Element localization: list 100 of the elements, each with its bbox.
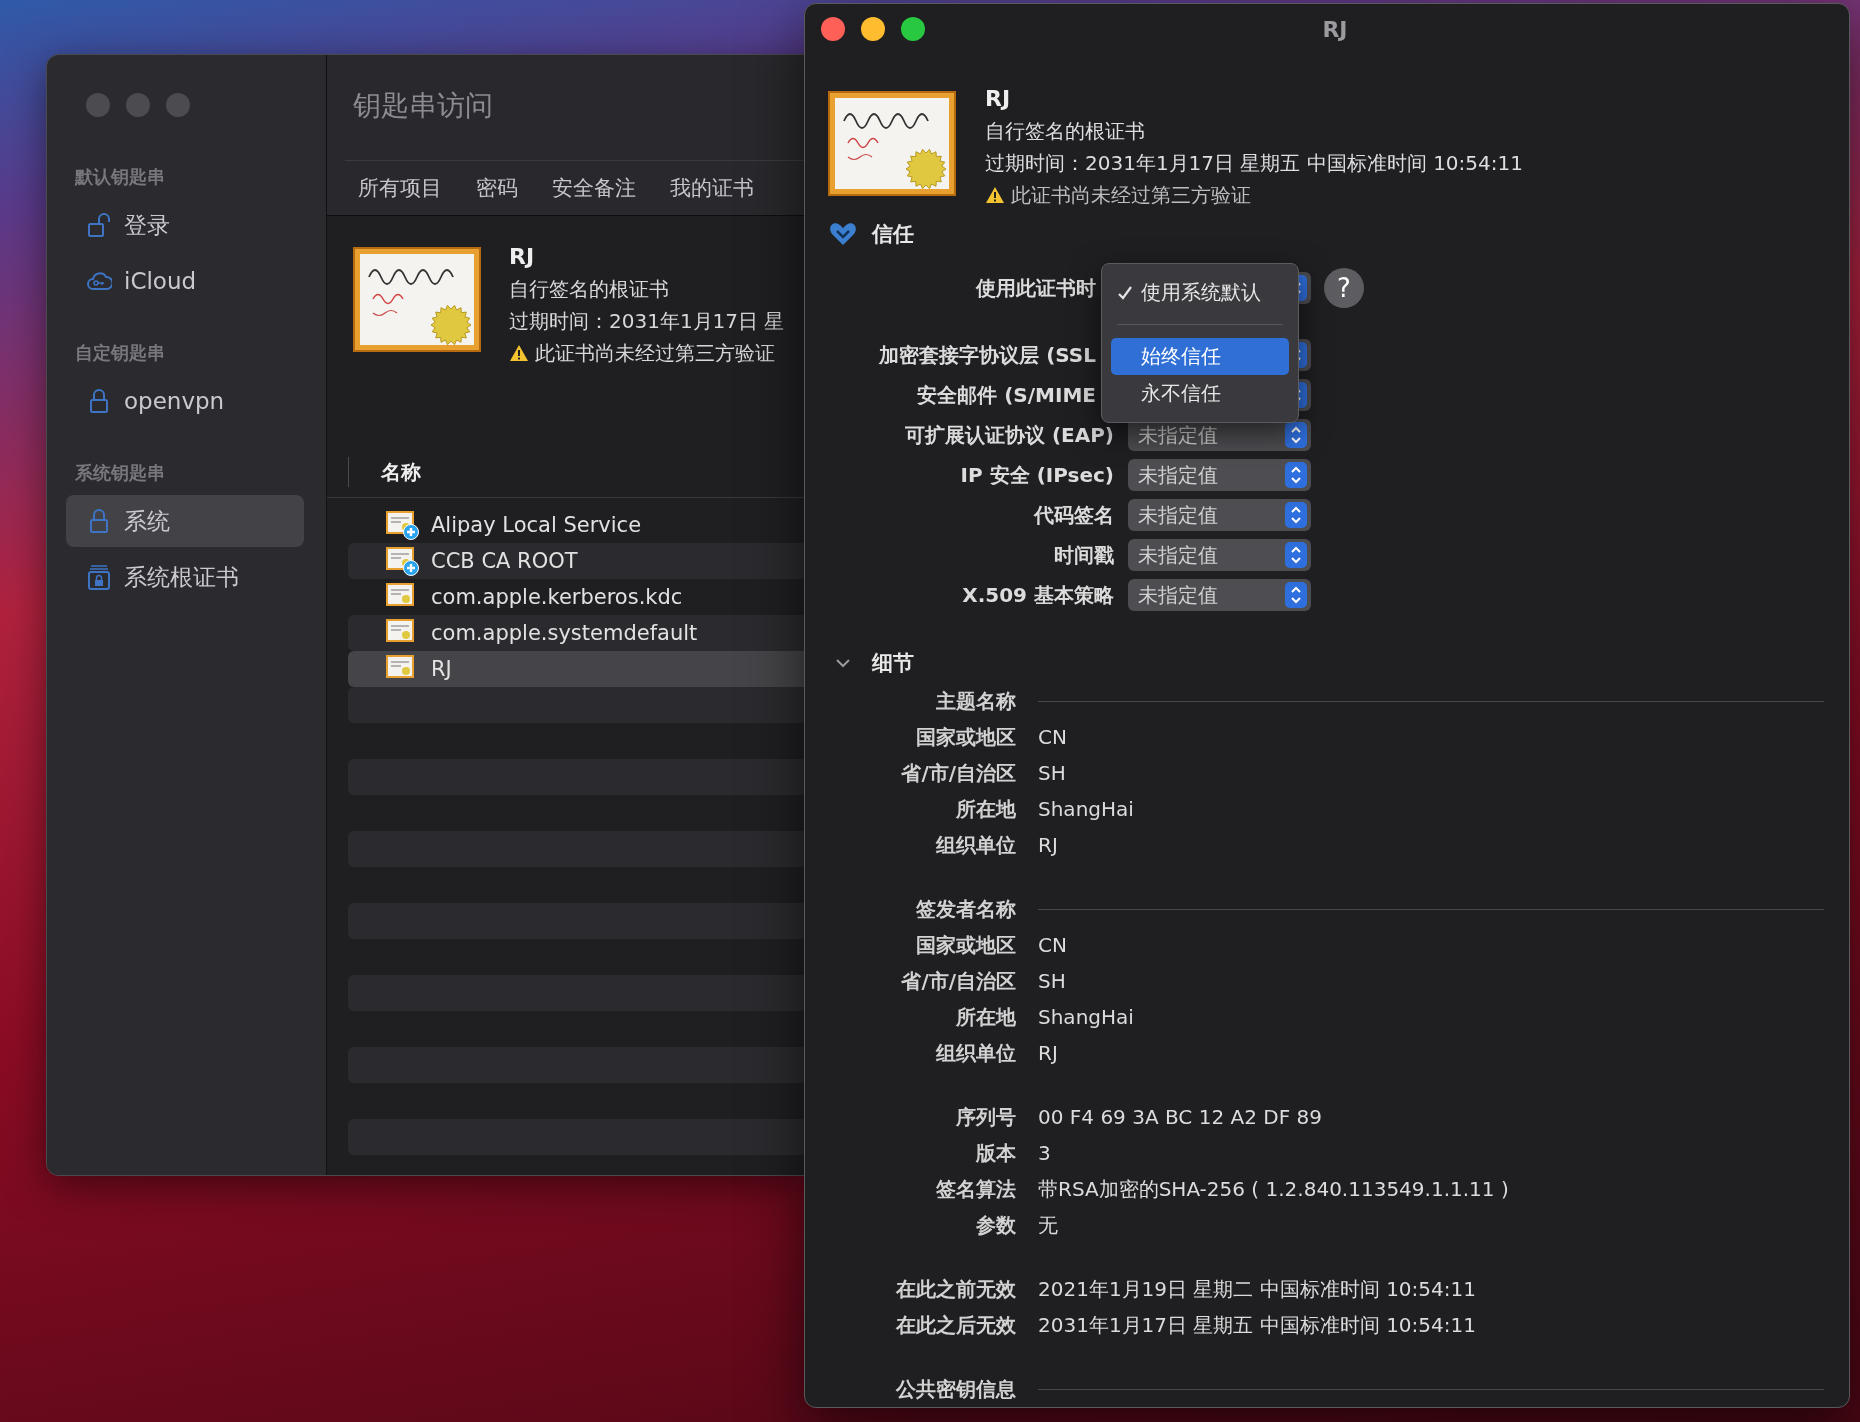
field-label: 省/市/自治区 — [900, 968, 1016, 995]
trust-setting-label: IP 安全 (IPsec) — [959, 461, 1114, 489]
certificate-name: RJ — [509, 243, 536, 271]
field-value: 带RSA加密的SHA-256 ( 1.2.840.113549.1.1.11 ) — [1038, 1176, 1510, 1203]
field-label: 在此之前无效 — [895, 1276, 1016, 1303]
sidebar-item-label: 系统根证书 — [124, 562, 239, 592]
field-label: 省/市/自治区 — [900, 760, 1016, 787]
sidebar-item-label: 系统 — [124, 506, 170, 536]
menu-item[interactable]: 永不信任 — [1111, 375, 1289, 412]
trust-setting-label: 安全邮件 (S/MIME — [916, 381, 1097, 409]
certificate-icon — [828, 91, 956, 196]
table-row[interactable]: com.apple.kerberos.kdc — [348, 579, 804, 615]
expiry-date: 过期时间：2031年1月17日 星 — [509, 308, 785, 335]
field-value: SH — [1038, 968, 1067, 995]
category-tab[interactable]: 安全备注 — [552, 170, 636, 206]
certificate-name: com.apple.systemdefault — [431, 621, 698, 645]
field-value: RJ — [1038, 832, 1059, 859]
popup-button[interactable]: 未指定值 — [1128, 579, 1311, 611]
sidebar-item[interactable]: 系统根证书 — [66, 551, 304, 603]
warning-icon — [509, 344, 529, 362]
certificate-name: RJ — [431, 657, 452, 681]
field-value: ShangHai — [1038, 796, 1135, 823]
popup-button[interactable]: 未指定值 — [1128, 499, 1311, 531]
category-tab[interactable]: 我的证书 — [670, 170, 754, 206]
sidebar-section-header: 系统钥匙串 — [74, 461, 166, 485]
category-tab[interactable]: 所有项目 — [358, 170, 442, 206]
certificate-name: RJ — [985, 85, 1012, 113]
field-label: 组织单位 — [934, 832, 1016, 859]
field-value: SH — [1038, 760, 1067, 787]
window-button[interactable] — [901, 17, 925, 41]
window-title: RJ — [1322, 16, 1348, 42]
sidebar-item-label: 登录 — [124, 210, 170, 240]
warning-text: 此证书尚未经过第三方验证 — [1011, 182, 1251, 209]
trust-setting-label: 加密套接字协议层 (SSL — [878, 341, 1097, 369]
menu-item[interactable]: 始终信任 — [1111, 338, 1289, 375]
section-heading: 细节 — [872, 650, 914, 677]
certificate-name: CCB CA ROOT — [431, 549, 578, 573]
certificate-icon — [353, 247, 481, 352]
certificate-name: com.apple.kerberos.kdc — [431, 585, 683, 609]
popup-button[interactable]: 未指定值 — [1128, 459, 1311, 491]
popup-button[interactable]: 未指定值 — [1128, 539, 1311, 571]
window-button[interactable] — [861, 17, 885, 41]
field-value: 2021年1月19日 星期二 中国标准时间 10:54:11 — [1038, 1276, 1477, 1303]
expiry-date: 过期时间：2031年1月17日 星期五 中国标准时间 10:54:11 — [985, 150, 1523, 177]
field-label: 国家或地区 — [915, 724, 1016, 751]
trust-setting-label: X.509 基本策略 — [961, 581, 1114, 609]
padlock-box-icon — [86, 564, 112, 590]
stepper-chevrons-icon — [1285, 422, 1307, 448]
field-label: 国家或地区 — [915, 932, 1016, 959]
sidebar-section-header: 默认钥匙串 — [73, 165, 166, 189]
sidebar-section-header: 自定钥匙串 — [74, 341, 166, 365]
category-tab[interactable]: 密码 — [476, 170, 518, 206]
field-label: 所在地 — [955, 1004, 1016, 1031]
menu-item[interactable]: 使用系统默认 — [1111, 274, 1289, 311]
section-heading: 信任 — [872, 221, 914, 248]
stepper-chevrons-icon — [1285, 542, 1307, 568]
certificate-plus-icon — [385, 546, 419, 576]
trust-setting-label: 使用此证书时 — [975, 274, 1097, 302]
field-value: 00 F4 69 3A BC 12 A2 DF 89 — [1038, 1104, 1323, 1131]
table-row[interactable]: RJ — [348, 651, 804, 687]
trust-setting-label: 代码签名 — [1032, 501, 1114, 529]
heart-disclosure-icon[interactable] — [829, 222, 857, 246]
table-row[interactable]: Alipay Local Service — [348, 507, 804, 543]
field-label: 序列号 — [955, 1104, 1016, 1131]
certificate-name: Alipay Local Service — [431, 513, 642, 537]
field-label: 在此之后无效 — [895, 1312, 1016, 1339]
sidebar-item[interactable]: 系统 — [66, 495, 304, 547]
field-label: 组织单位 — [934, 1040, 1016, 1067]
sidebar-item[interactable]: openvpn — [66, 375, 304, 427]
field-value: RJ — [1038, 1040, 1059, 1067]
group-heading: 主题名称 — [935, 688, 1016, 715]
field-label: 所在地 — [955, 796, 1016, 823]
window-button[interactable] — [821, 17, 845, 41]
sidebar-item[interactable]: 登录 — [66, 199, 304, 251]
group-heading: 签发者名称 — [915, 896, 1016, 923]
trust-setting-label: 可扩展认证协议 (EAP) — [903, 421, 1114, 449]
table-row[interactable]: CCB CA ROOT — [348, 543, 804, 579]
table-row[interactable]: com.apple.systemdefault — [348, 615, 804, 651]
field-label: 参数 — [975, 1212, 1016, 1239]
field-value: CN — [1038, 724, 1068, 751]
window-title: 钥匙串访问 — [352, 88, 494, 124]
checkmark-icon — [1117, 284, 1133, 301]
trust-setting-label: 时间戳 — [1053, 541, 1114, 569]
field-value: 3 — [1038, 1140, 1052, 1167]
certificate-type: 自行签名的根证书 — [985, 118, 1146, 145]
field-label: 签名算法 — [935, 1176, 1016, 1203]
field-label: 版本 — [975, 1140, 1016, 1167]
stepper-chevrons-icon — [1285, 582, 1307, 608]
help-button[interactable]: ? — [1324, 268, 1364, 308]
certificate-type: 自行签名的根证书 — [509, 276, 670, 303]
column-header[interactable]: 名称 — [381, 458, 421, 486]
sidebar-item-label: iCloud — [124, 268, 197, 294]
unlocked-padlock-icon — [86, 212, 112, 238]
sidebar-item-label: openvpn — [124, 388, 225, 414]
sidebar-item[interactable]: iCloud — [66, 255, 304, 307]
field-value: 2031年1月17日 星期五 中国标准时间 10:54:11 — [1038, 1312, 1477, 1339]
warning-text: 此证书尚未经过第三方验证 — [535, 340, 775, 367]
field-value: 无 — [1038, 1212, 1059, 1239]
group-heading: 公共密钥信息 — [894, 1376, 1016, 1403]
stepper-chevrons-icon — [1285, 502, 1307, 528]
